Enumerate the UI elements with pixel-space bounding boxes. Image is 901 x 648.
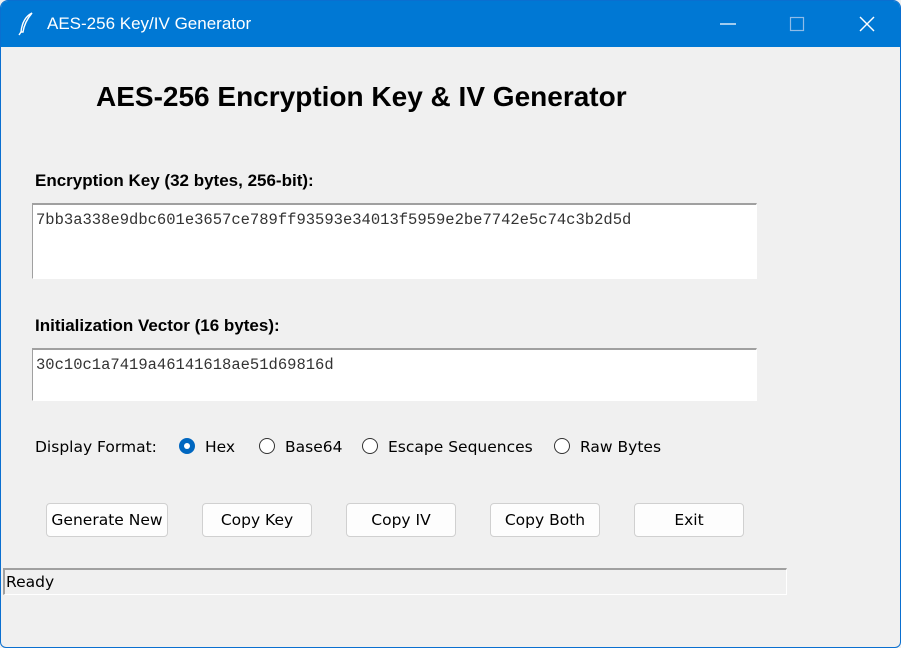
- format-label: Display Format:: [35, 438, 157, 456]
- iv-label: Initialization Vector (16 bytes):: [35, 316, 280, 335]
- radio-label: Hex: [205, 438, 236, 456]
- radio-unselected-icon[interactable]: [362, 438, 378, 454]
- radio-selected-icon[interactable]: [179, 438, 195, 454]
- iv-textbox[interactable]: 30c10c1a7419a46141618ae51d69816d: [32, 348, 757, 401]
- copy-iv-button[interactable]: Copy IV: [346, 503, 456, 537]
- radio-label: Raw Bytes: [580, 438, 662, 456]
- feather-icon: [17, 12, 37, 36]
- window-title: AES-256 Key/IV Generator: [47, 14, 252, 33]
- radio-label: Escape Sequences: [388, 438, 533, 456]
- radio-unselected-icon[interactable]: [259, 438, 275, 454]
- maximize-button[interactable]: [774, 1, 820, 47]
- close-button[interactable]: [844, 1, 890, 47]
- page-title: AES-256 Encryption Key & IV Generator: [96, 81, 627, 112]
- status-bar: Ready: [3, 568, 787, 595]
- key-label: Encryption Key (32 bytes, 256-bit):: [35, 171, 314, 190]
- app-window: AES-256 Key/IV Generator AES-256 Encrypt…: [0, 0, 901, 648]
- generate-new-button[interactable]: Generate New: [46, 503, 168, 537]
- radio-label: Base64: [285, 438, 343, 456]
- copy-both-button[interactable]: Copy Both: [490, 503, 600, 537]
- key-textbox[interactable]: 7bb3a338e9dbc601e3657ce789ff93593e34013f…: [32, 203, 757, 279]
- exit-button[interactable]: Exit: [634, 503, 744, 537]
- title-bar[interactable]: AES-256 Key/IV Generator: [1, 1, 900, 47]
- minimize-button[interactable]: [705, 1, 751, 47]
- radio-unselected-icon[interactable]: [554, 438, 570, 454]
- copy-key-button[interactable]: Copy Key: [202, 503, 312, 537]
